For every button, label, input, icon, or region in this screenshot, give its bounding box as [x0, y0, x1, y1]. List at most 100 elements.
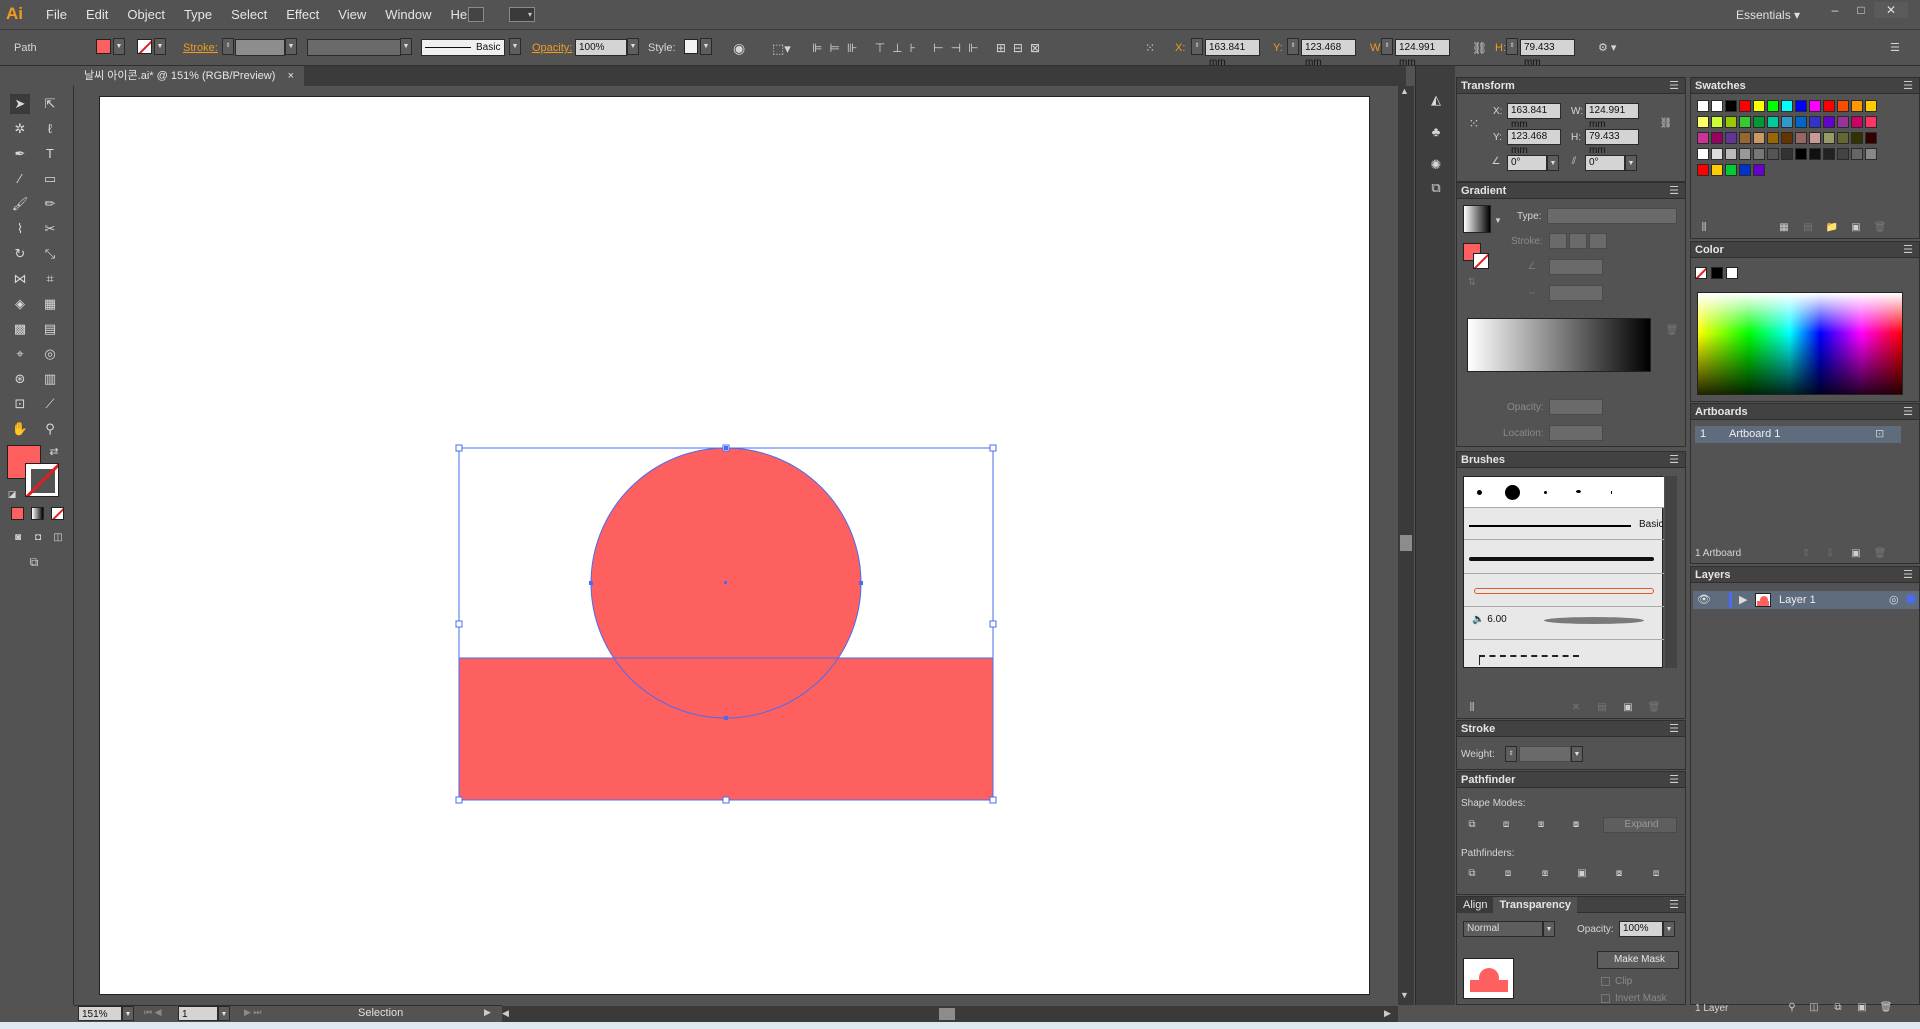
menu-edit[interactable]: Edit [86, 7, 108, 22]
transform-h-field[interactable]: 79.433 mm [1585, 129, 1639, 156]
reverse-gradient-icon[interactable]: ⇅ [1463, 275, 1481, 291]
swap-fill-stroke-icon[interactable]: ⇄ [44, 442, 64, 462]
swatch[interactable] [1725, 164, 1737, 176]
constrain-proportions-icon[interactable]: ⛓ [1472, 39, 1487, 58]
color-spectrum[interactable] [1697, 292, 1903, 395]
artboard-tool-icon[interactable]: ⊡ [10, 394, 30, 414]
paintbrush-tool-icon[interactable]: 🖌 [10, 194, 30, 214]
swatch[interactable] [1795, 116, 1807, 128]
appearance-panel-icon[interactable]: ✺ [1426, 155, 1446, 175]
swatch[interactable] [1865, 100, 1877, 112]
clip-checkbox[interactable] [1601, 977, 1610, 986]
scroll-up-arrow-icon[interactable]: ▲ [1400, 86, 1409, 96]
brush-dropdown[interactable]: ▼ [509, 38, 521, 55]
stroke-weight-stepper[interactable]: ⇕ [222, 38, 234, 55]
lasso-tool-icon[interactable]: ℓ [40, 119, 60, 139]
swatch[interactable] [1809, 132, 1821, 144]
w-stepper[interactable]: ⇕ [1381, 38, 1393, 55]
menu-type[interactable]: Type [184, 7, 212, 22]
art-brush-stroke[interactable] [1474, 588, 1654, 594]
zoom-dropdown[interactable]: ▼ [122, 1006, 134, 1021]
maximize-button[interactable]: □ [1848, 2, 1874, 18]
swatch[interactable] [1711, 100, 1723, 112]
canvas-area[interactable] [74, 86, 1399, 1005]
menu-effect[interactable]: Effect [286, 7, 319, 22]
layers-panel-header[interactable]: Layers ☰ [1691, 567, 1919, 583]
swatch[interactable] [1823, 116, 1835, 128]
minus-front-icon[interactable]: ⧈ [1497, 817, 1515, 833]
free-transform-tool-icon[interactable]: ⌗ [40, 269, 60, 289]
brush-tip-thin[interactable] [1611, 491, 1612, 494]
swatch[interactable] [1753, 148, 1765, 160]
none-mode-icon[interactable] [51, 507, 64, 520]
close-button[interactable]: ✕ [1874, 2, 1908, 18]
swatch[interactable] [1851, 100, 1863, 112]
transform-y-field[interactable]: 123.468 mm [1507, 129, 1561, 156]
slice-tool-icon[interactable]: ⟋ [40, 394, 60, 414]
swatch[interactable] [1739, 164, 1751, 176]
style-dropdown[interactable]: ▼ [700, 38, 712, 55]
object-thumbnail[interactable] [1463, 958, 1514, 999]
basic-brush-label[interactable]: Basic [1639, 519, 1663, 530]
graphic-style-swatch[interactable] [684, 39, 698, 54]
gradient-stroke-box[interactable] [1473, 253, 1489, 269]
new-sublayer-icon[interactable]: ⧉ [1829, 1000, 1847, 1016]
direct-selection-tool-icon[interactable]: ⇱ [40, 94, 60, 114]
horizontal-scrollbar[interactable]: ◀ ▶ [500, 1006, 1398, 1022]
brush-list-scrollbar[interactable] [1665, 476, 1677, 668]
panel-menu-icon[interactable]: ☰ [1903, 78, 1913, 94]
panel-menu-icon[interactable]: ☰ [1903, 567, 1913, 583]
h-field[interactable]: 79.433 mm [1520, 39, 1575, 68]
stroke-panel-header[interactable]: Stroke ☰ [1457, 721, 1685, 737]
pen-tool-icon[interactable]: ✒ [10, 144, 30, 164]
swatch[interactable] [1837, 132, 1849, 144]
artboards-panel-header[interactable]: Artboards ☰ [1691, 404, 1919, 420]
handle-bottom-left[interactable] [455, 796, 463, 804]
width-tool-icon[interactable]: ⋈ [10, 269, 30, 289]
graphic-styles-panel-icon[interactable]: ⧉ [1426, 178, 1446, 198]
swatch[interactable] [1711, 116, 1723, 128]
y-field[interactable]: 123.468 mm [1301, 39, 1356, 68]
swatch[interactable] [1725, 116, 1737, 128]
draw-inside-icon[interactable]: ◫ [48, 528, 68, 548]
show-swatch-kinds-icon[interactable]: ▦ [1775, 220, 1793, 236]
scroll-right-arrow-icon[interactable]: ▶ [1384, 1008, 1391, 1019]
shear-angle-dropdown[interactable]: ▼ [1625, 155, 1637, 171]
layer-name[interactable]: Layer 1 [1779, 594, 1816, 606]
swatch[interactable] [1711, 132, 1723, 144]
panel-menu-icon[interactable]: ☰ [1903, 242, 1913, 258]
artboard-row[interactable]: 1 Artboard 1 ⊡ [1695, 426, 1901, 443]
swatch[interactable] [1851, 132, 1863, 144]
magic-wand-tool-icon[interactable]: ✲ [10, 119, 30, 139]
fill-dropdown[interactable]: ▼ [113, 38, 125, 55]
swatch[interactable] [1767, 100, 1779, 112]
h-stepper[interactable]: ⇕ [1506, 38, 1518, 55]
new-brush-icon[interactable]: ▣ [1619, 700, 1637, 716]
line-tool-icon[interactable]: ∕ [10, 169, 30, 189]
artboard-options-icon[interactable]: ⊡ [1875, 427, 1884, 440]
transform-w-field[interactable]: 124.991 mm [1585, 103, 1639, 130]
layer-row[interactable]: 👁 ▶ Layer 1 ◎ [1693, 591, 1919, 609]
constrain-icon[interactable]: ⛓ [1657, 116, 1675, 132]
color-mode-icon[interactable] [11, 507, 24, 520]
swatch[interactable] [1697, 132, 1709, 144]
expand-button[interactable]: Expand [1603, 817, 1677, 833]
rotate-angle-dropdown[interactable]: ▼ [1547, 155, 1559, 171]
handle-top-right[interactable] [989, 444, 997, 452]
artboard-nav-next-icon[interactable]: ▶ ⏭ [244, 1007, 262, 1018]
vertical-scrollbar[interactable]: ▲ ▼ [1398, 86, 1414, 1005]
profile-dropdown[interactable]: ▼ [400, 38, 412, 55]
stroke-weight-field[interactable] [235, 39, 285, 56]
eyedropper-tool-icon[interactable]: ⌖ [10, 344, 30, 364]
swatch[interactable] [1725, 100, 1737, 112]
brushes-panel-header[interactable]: Brushes ☰ [1457, 452, 1685, 468]
close-document-icon[interactable]: × [288, 70, 294, 82]
pathfinder-panel-header[interactable]: Pathfinder ☰ [1457, 772, 1685, 788]
perspective-grid-tool-icon[interactable]: ▦ [40, 294, 60, 314]
document-tab[interactable]: 날씨 아이콘.ai* @ 151% (RGB/Preview) × [74, 66, 305, 86]
transparency-opacity-dropdown[interactable]: ▼ [1663, 921, 1675, 937]
gradient-mode-icon[interactable] [31, 507, 44, 520]
swatch[interactable] [1697, 100, 1709, 112]
control-panel-menu-icon[interactable]: ☰ [1890, 39, 1900, 58]
swatch[interactable] [1739, 100, 1751, 112]
